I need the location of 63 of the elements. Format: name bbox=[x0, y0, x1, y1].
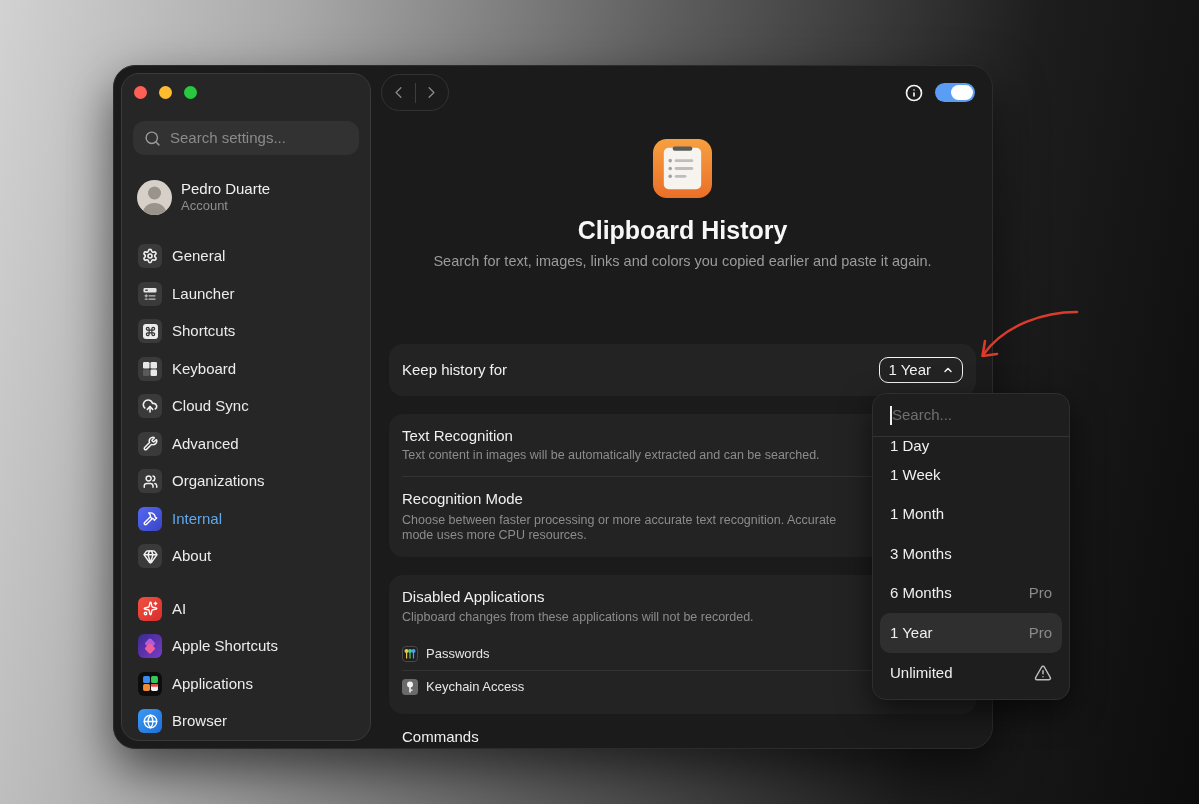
command-key-icon bbox=[138, 319, 162, 344]
cloud-upload-icon bbox=[138, 394, 162, 419]
setting-description: Clipboard changes from these applications will not be recorded. bbox=[402, 609, 754, 625]
sidebar-item[interactable]: Apple Shortcuts bbox=[130, 627, 362, 665]
avatar bbox=[137, 179, 172, 215]
search-field[interactable]: Search settings... bbox=[133, 121, 359, 155]
setting-title: Disabled Applications bbox=[402, 588, 545, 606]
setting-title: Text Recognition bbox=[402, 427, 513, 445]
keys-icon bbox=[402, 646, 418, 662]
app-name: Keychain Access bbox=[426, 677, 525, 696]
menu-option[interactable]: 1 Week bbox=[880, 455, 1062, 495]
window-minimize-button[interactable] bbox=[159, 86, 172, 99]
layers-icon bbox=[138, 634, 162, 659]
sidebar-item[interactable]: Applications bbox=[130, 665, 362, 703]
menu-option[interactable]: 1 Month bbox=[880, 494, 1062, 535]
key-grid-icon bbox=[138, 356, 162, 381]
menu-option[interactable]: Unlimited bbox=[880, 652, 1062, 693]
search-icon bbox=[144, 130, 161, 147]
sidebar-item[interactable]: General bbox=[130, 237, 362, 275]
sidebar-item[interactable]: Launcher bbox=[130, 275, 362, 313]
menu-option[interactable]: 1 Year Pro bbox=[880, 613, 1062, 653]
sidebar-item[interactable]: AI bbox=[130, 590, 362, 628]
sidebar-item[interactable]: Keyboard bbox=[130, 350, 362, 388]
account-name: Pedro Duarte bbox=[181, 180, 271, 198]
window-zoom-button[interactable] bbox=[184, 86, 197, 99]
hammer-icon bbox=[138, 506, 162, 531]
sidebar-item[interactable]: About bbox=[130, 537, 362, 575]
info-icon[interactable] bbox=[905, 83, 923, 102]
pro-label: Pro bbox=[1028, 583, 1052, 604]
menu-option[interactable]: 3 Months bbox=[880, 534, 1062, 574]
clipboard-icon bbox=[653, 139, 712, 198]
toggle-switch[interactable] bbox=[935, 83, 975, 102]
setting-title: Recognition Mode bbox=[402, 490, 523, 508]
pro-label: Pro bbox=[1028, 622, 1052, 643]
app-name: Passwords bbox=[426, 645, 490, 664]
setting-label: Keep history for bbox=[402, 359, 508, 380]
window-close-button[interactable] bbox=[134, 86, 147, 99]
section-heading: Commands bbox=[402, 728, 479, 746]
sparkles-icon bbox=[138, 596, 162, 621]
gem-icon bbox=[138, 544, 162, 569]
menu-option[interactable]: 1 Day bbox=[880, 437, 1062, 455]
search-field[interactable]: Search... bbox=[892, 403, 1042, 427]
setting-description: Text content in images will be automatically extracted and can be searched. bbox=[402, 448, 820, 463]
account-label: Account bbox=[181, 198, 228, 214]
sidebar-item[interactable]: Shortcuts bbox=[130, 312, 362, 350]
globe-icon bbox=[138, 709, 162, 734]
setting-description: Choose between faster processing or more accurate text recognition. Accurate mode uses more CPU resources. bbox=[402, 513, 838, 543]
duration-select[interactable]: 1 Year bbox=[879, 357, 963, 383]
wrench-icon bbox=[138, 431, 162, 456]
text-cursor bbox=[890, 405, 892, 425]
sidebar-item[interactable]: Organizations bbox=[130, 462, 362, 500]
sidebar-item[interactable]: Advanced bbox=[130, 425, 362, 463]
sidebar-item[interactable]: Internal bbox=[130, 500, 362, 538]
page-subtitle: Search for text, images, links and colors you copied earlier and paste it again. bbox=[433, 252, 932, 271]
sidebar-item[interactable]: Cloud Sync bbox=[130, 387, 362, 425]
key-icon bbox=[402, 678, 418, 695]
app-grid-icon bbox=[138, 671, 162, 696]
page-title: Clipboard History bbox=[577, 215, 788, 246]
panel-icon bbox=[138, 281, 162, 306]
sidebar-item[interactable]: Browser bbox=[130, 702, 362, 740]
menu-option[interactable]: 6 Months Pro bbox=[880, 573, 1062, 614]
people-icon bbox=[138, 469, 162, 494]
gear-icon bbox=[138, 244, 162, 269]
